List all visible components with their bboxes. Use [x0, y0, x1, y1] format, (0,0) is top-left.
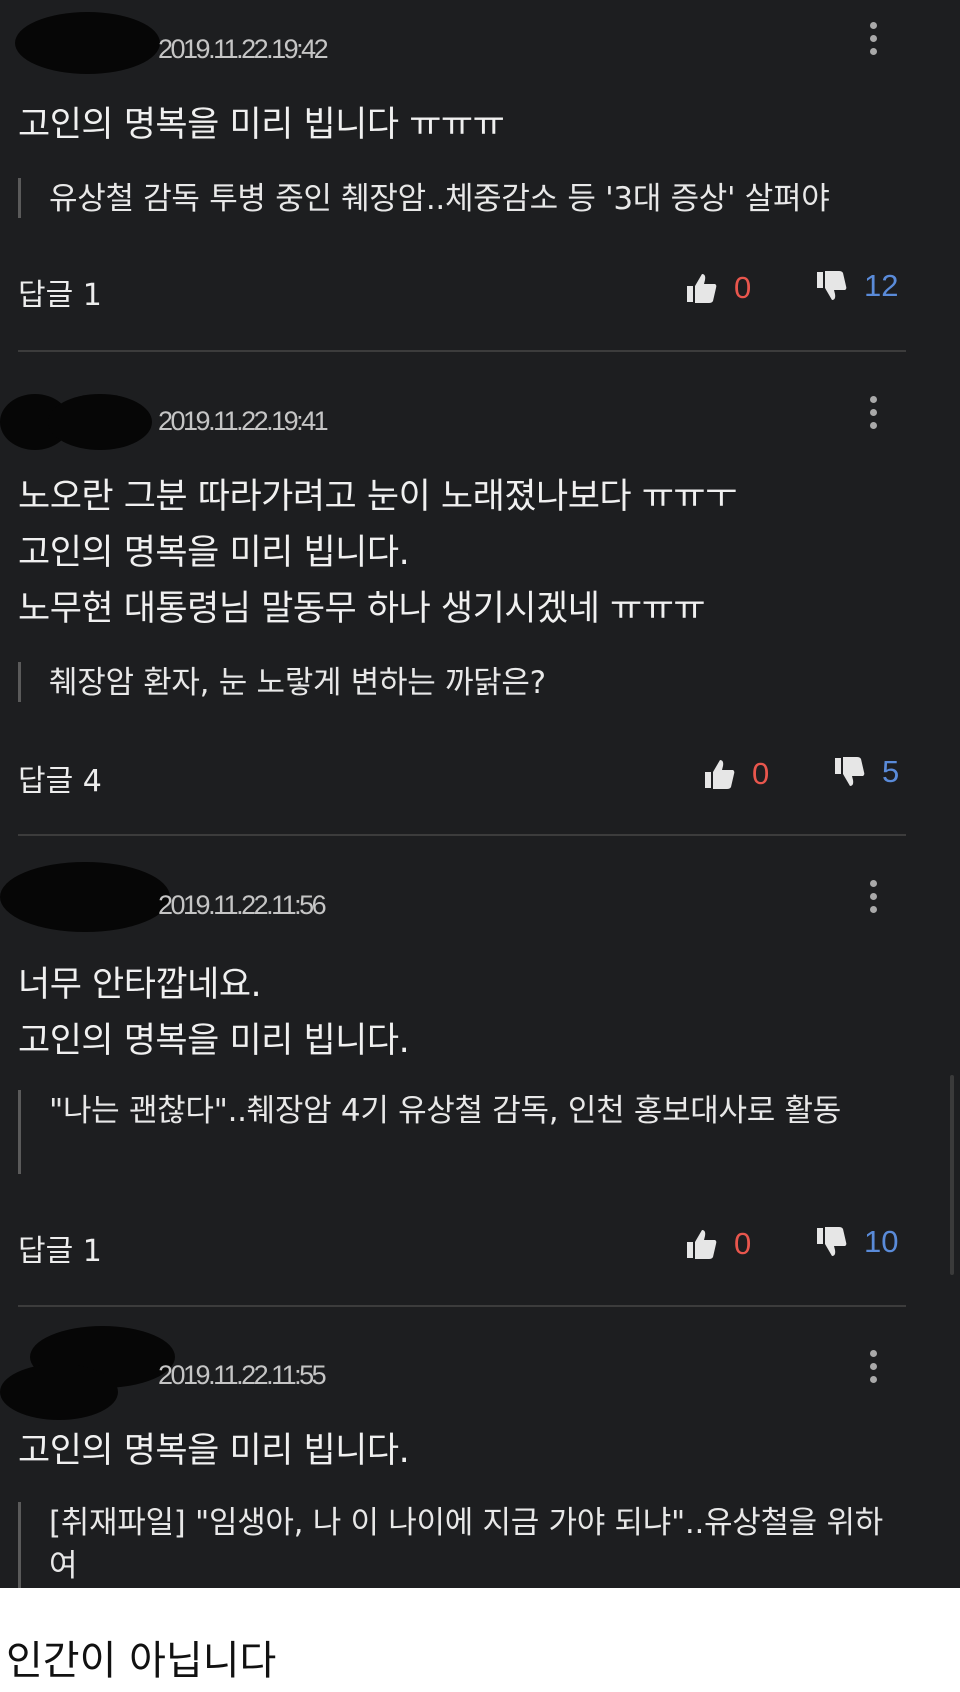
- article-title: 췌장암 환자, 눈 노랗게 변하는 까닭은?: [49, 665, 546, 701]
- dislike-count: 10: [864, 1224, 899, 1259]
- comment-timestamp: 2019.11.22.11:56: [158, 890, 327, 920]
- comment-text: 고인의 명복을 미리 빕니다.: [18, 533, 410, 573]
- avatar-redaction: [0, 862, 170, 932]
- article-link[interactable]: 췌장암 환자, 눈 노랗게 변하는 까닭은?: [18, 662, 896, 702]
- comment-timestamp: 2019.11.22.19:41: [158, 406, 329, 436]
- article-title: 유상철 감독 투병 중인 췌장암..체중감소 등 '3대 증상' 살펴야: [49, 181, 830, 217]
- thumbs-up-icon: [687, 274, 717, 303]
- like-count: 0: [734, 1226, 752, 1261]
- more-vertical-icon[interactable]: [862, 874, 884, 918]
- comment-divider: [18, 1305, 906, 1307]
- comment-timestamp: 2019.11.22.11:55: [158, 1360, 327, 1390]
- dislike-count: 5: [882, 754, 900, 789]
- thumbs-up-icon: [705, 760, 735, 789]
- comment-text: 너무 안타깝네요.: [18, 965, 262, 1005]
- dislike-count: 12: [864, 268, 899, 303]
- reply-button[interactable]: 답글 4: [18, 756, 102, 800]
- comment-text: 노무현 대통령님 말동무 하나 생기시겠네 ㅠㅠㅠ: [18, 589, 706, 629]
- comment-text: 고인의 명복을 미리 빕니다 ㅠㅠㅠ: [18, 105, 505, 145]
- like-count: 0: [734, 270, 752, 305]
- article-title: [취재파일] "임생아, 나 이 나이에 지금 가야 되냐"..유상철을 위하여: [49, 1505, 883, 1584]
- comment-divider: [18, 350, 906, 352]
- comment-text: 노오란 그분 따라가려고 눈이 노래졌나보다 ㅠㅠㅜ: [18, 477, 737, 517]
- avatar-redaction: [15, 12, 160, 74]
- reply-button[interactable]: 답글 1: [18, 1226, 102, 1270]
- comment-text: 고인의 명복을 미리 빕니다.: [18, 1431, 410, 1471]
- thumbs-down-icon: [835, 757, 865, 786]
- more-vertical-icon[interactable]: [862, 16, 884, 60]
- article-link[interactable]: [취재파일] "임생아, 나 이 나이에 지금 가야 되냐"..유상철을 위하여: [18, 1502, 896, 1588]
- comment-divider: [18, 834, 906, 836]
- article-link[interactable]: "나는 괜찮다"..췌장암 4기 유상철 감독, 인천 홍보대사로 활동: [18, 1090, 896, 1174]
- reply-button[interactable]: 답글 1: [18, 270, 102, 314]
- caption-text: 인간이 아닙니다: [6, 1638, 277, 1684]
- thumbs-down-icon: [817, 271, 847, 300]
- more-vertical-icon[interactable]: [862, 390, 884, 434]
- thumbs-up-icon: [687, 1230, 717, 1259]
- scrollbar[interactable]: [950, 1075, 954, 1275]
- article-link[interactable]: 유상철 감독 투병 중인 췌장암..체중감소 등 '3대 증상' 살펴야: [18, 178, 896, 218]
- avatar-redaction: [0, 1364, 118, 1420]
- screenshot-comments: 2019.11.22.19:42 고인의 명복을 미리 빕니다 ㅠㅠㅠ 유상철 …: [0, 0, 960, 1588]
- avatar-redaction: [48, 394, 152, 450]
- comment-text: 고인의 명복을 미리 빕니다.: [18, 1021, 410, 1061]
- comment-timestamp: 2019.11.22.19:42: [158, 34, 329, 64]
- thumbs-down-icon: [817, 1227, 847, 1256]
- article-title: "나는 괜찮다"..췌장암 4기 유상철 감독, 인천 홍보대사로 활동: [49, 1093, 841, 1129]
- more-vertical-icon[interactable]: [862, 1344, 884, 1388]
- like-count: 0: [752, 756, 770, 791]
